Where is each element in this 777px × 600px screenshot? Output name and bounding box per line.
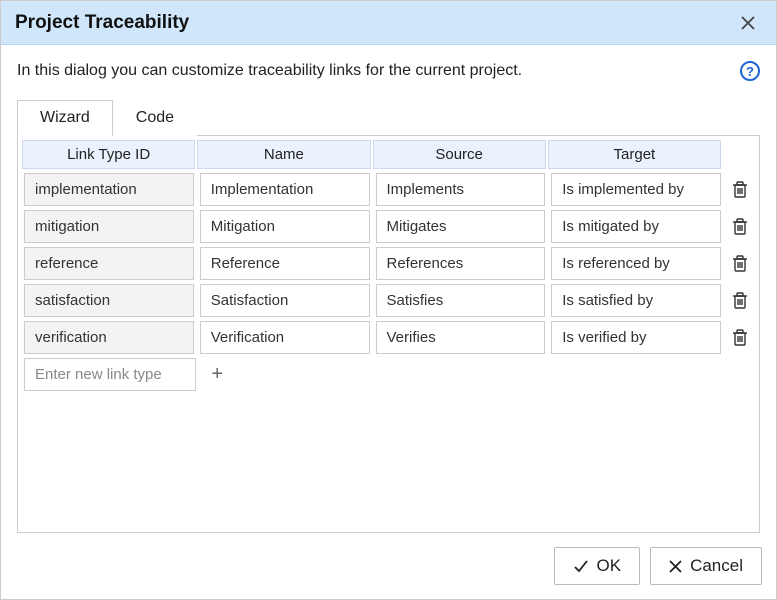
link-name-input[interactable]: Implementation bbox=[200, 173, 370, 206]
trash-icon[interactable] bbox=[727, 255, 753, 273]
cancel-label: Cancel bbox=[690, 556, 743, 576]
col-source[interactable]: Source bbox=[373, 140, 546, 169]
trash-icon[interactable] bbox=[727, 292, 753, 310]
dialog-content: In this dialog you can customize traceab… bbox=[1, 45, 776, 533]
dialog-description: In this dialog you can customize traceab… bbox=[17, 62, 522, 80]
link-target-input[interactable]: Is verified by bbox=[551, 321, 721, 354]
ok-button[interactable]: OK bbox=[554, 547, 641, 585]
description-row: In this dialog you can customize traceab… bbox=[17, 61, 760, 81]
ok-label: OK bbox=[597, 556, 622, 576]
col-link-type-id[interactable]: Link Type ID bbox=[22, 140, 195, 169]
tab-wizard[interactable]: Wizard bbox=[17, 100, 113, 136]
link-type-id-cell[interactable]: mitigation bbox=[24, 210, 194, 243]
new-link-type-input[interactable]: Enter new link type bbox=[24, 358, 196, 391]
new-link-type-row: Enter new link type + bbox=[20, 354, 757, 391]
table-header-row: Link Type ID Name Source Target bbox=[20, 138, 757, 169]
close-icon[interactable] bbox=[734, 9, 762, 37]
link-name-input[interactable]: Verification bbox=[200, 321, 370, 354]
table-row: verificationVerificationVerifiesIs verif… bbox=[20, 317, 757, 354]
add-icon[interactable]: + bbox=[204, 362, 230, 388]
table-row: implementationImplementationImplementsIs… bbox=[20, 169, 757, 206]
link-name-input[interactable]: Mitigation bbox=[200, 210, 370, 243]
dialog-footer: OK Cancel bbox=[1, 533, 776, 599]
link-target-input[interactable]: Is referenced by bbox=[551, 247, 721, 280]
link-type-id-cell[interactable]: verification bbox=[24, 321, 194, 354]
link-source-input[interactable]: Verifies bbox=[376, 321, 546, 354]
table-row: referenceReferenceReferencesIs reference… bbox=[20, 243, 757, 280]
cancel-button[interactable]: Cancel bbox=[650, 547, 762, 585]
dialog-title: Project Traceability bbox=[15, 12, 189, 34]
col-name[interactable]: Name bbox=[197, 140, 370, 169]
check-icon bbox=[573, 558, 589, 574]
close-icon bbox=[669, 560, 682, 573]
project-traceability-dialog: Project Traceability In this dialog you … bbox=[0, 0, 777, 600]
trash-icon[interactable] bbox=[727, 181, 753, 199]
link-type-id-cell[interactable]: reference bbox=[24, 247, 194, 280]
link-name-input[interactable]: Satisfaction bbox=[200, 284, 370, 317]
link-target-input[interactable]: Is implemented by bbox=[551, 173, 721, 206]
trash-icon[interactable] bbox=[727, 218, 753, 236]
link-name-input[interactable]: Reference bbox=[200, 247, 370, 280]
link-target-input[interactable]: Is satisfied by bbox=[551, 284, 721, 317]
col-target[interactable]: Target bbox=[548, 140, 721, 169]
tab-code[interactable]: Code bbox=[113, 100, 197, 136]
trash-icon[interactable] bbox=[727, 329, 753, 347]
link-source-input[interactable]: Satisfies bbox=[376, 284, 546, 317]
help-icon[interactable]: ? bbox=[740, 61, 760, 81]
table-row: satisfactionSatisfactionSatisfiesIs sati… bbox=[20, 280, 757, 317]
link-target-input[interactable]: Is mitigated by bbox=[551, 210, 721, 243]
link-types-table: Link Type ID Name Source Target implemen… bbox=[17, 136, 760, 533]
link-type-id-cell[interactable]: implementation bbox=[24, 173, 194, 206]
link-source-input[interactable]: Mitigates bbox=[376, 210, 546, 243]
link-source-input[interactable]: References bbox=[376, 247, 546, 280]
table-row: mitigationMitigationMitigatesIs mitigate… bbox=[20, 206, 757, 243]
link-type-id-cell[interactable]: satisfaction bbox=[24, 284, 194, 317]
titlebar: Project Traceability bbox=[1, 1, 776, 45]
tabs: Wizard Code bbox=[17, 99, 760, 136]
link-source-input[interactable]: Implements bbox=[376, 173, 546, 206]
